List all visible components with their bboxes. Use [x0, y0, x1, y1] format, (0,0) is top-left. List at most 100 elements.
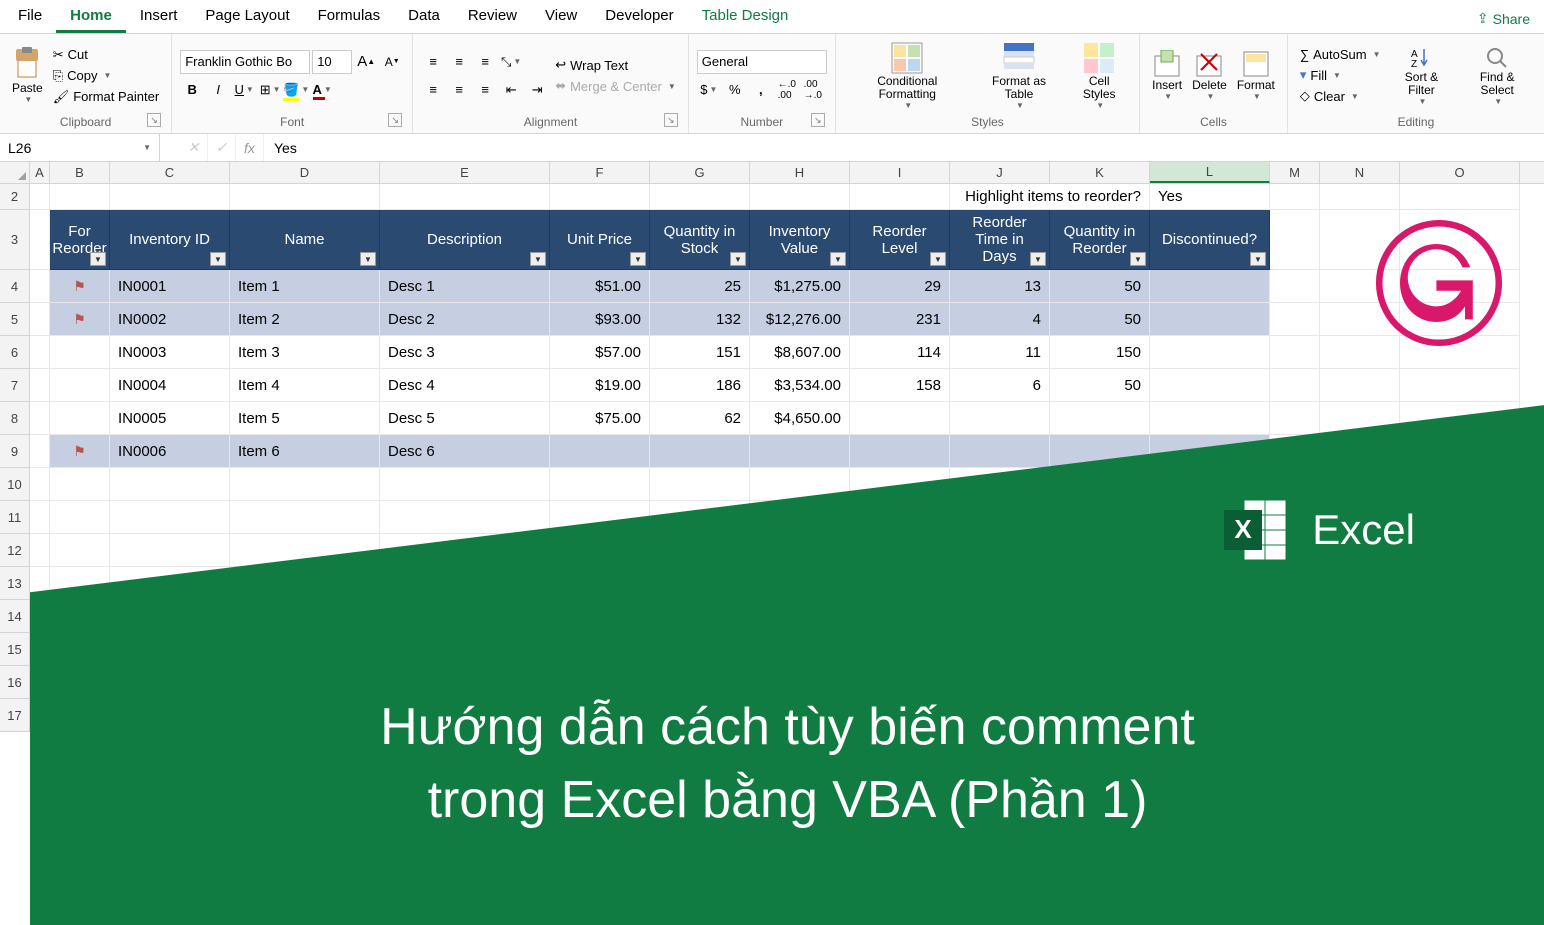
cell[interactable] — [650, 468, 750, 501]
cell[interactable] — [110, 501, 230, 534]
font-color-button[interactable]: A▼ — [310, 78, 334, 102]
paste-button[interactable]: Paste▼ — [8, 38, 47, 113]
autosum-button[interactable]: ∑AutoSum▼ — [1296, 45, 1385, 64]
inventory-id[interactable]: IN0006 — [110, 435, 230, 468]
decrease-font-button[interactable]: A▼ — [380, 50, 404, 74]
cut-button[interactable]: ✂Cut — [49, 45, 164, 65]
clear-button[interactable]: ◇Clear▼ — [1296, 86, 1385, 106]
row-header-8[interactable]: 8 — [0, 402, 30, 435]
inventory-value[interactable]: $1,275.00 — [750, 270, 850, 303]
increase-font-button[interactable]: A▲ — [354, 50, 378, 74]
wrap-text-button[interactable]: ↩Wrap Text — [551, 55, 680, 75]
fill-button[interactable]: ▾Fill▼ — [1296, 65, 1385, 85]
row-header-4[interactable]: 4 — [0, 270, 30, 303]
cell[interactable] — [1270, 303, 1320, 336]
filter-button[interactable]: ▼ — [830, 252, 846, 266]
row-header-6[interactable]: 6 — [0, 336, 30, 369]
cell[interactable] — [110, 184, 230, 210]
cell[interactable] — [1270, 369, 1320, 402]
column-header-C[interactable]: C — [110, 162, 230, 183]
cell[interactable] — [30, 435, 50, 468]
tab-review[interactable]: Review — [454, 1, 531, 33]
cell[interactable] — [1270, 184, 1320, 210]
cell[interactable] — [30, 270, 50, 303]
orientation-button[interactable]: ⤡▼ — [499, 50, 523, 74]
unit-price[interactable]: $75.00 — [550, 402, 650, 435]
align-right-button[interactable]: ≡ — [473, 78, 497, 102]
decrease-indent-button[interactable]: ⇤ — [499, 78, 523, 102]
align-center-button[interactable]: ≡ — [447, 78, 471, 102]
table-header[interactable]: Discontinued?▼ — [1150, 210, 1270, 270]
qty-stock[interactable]: 25 — [650, 270, 750, 303]
highlight-answer[interactable]: Yes — [1150, 184, 1270, 210]
cell[interactable] — [50, 468, 110, 501]
qty-stock[interactable] — [650, 435, 750, 468]
cell[interactable] — [30, 468, 50, 501]
currency-button[interactable]: $▼ — [697, 78, 721, 102]
filter-button[interactable]: ▼ — [1030, 252, 1046, 266]
column-header-L[interactable]: L — [1150, 162, 1270, 183]
filter-button[interactable]: ▼ — [1250, 252, 1266, 266]
fill-color-button[interactable]: 🪣▼ — [284, 78, 308, 102]
row-header-5[interactable]: 5 — [0, 303, 30, 336]
inventory-id[interactable]: IN0001 — [110, 270, 230, 303]
qty-stock[interactable]: 62 — [650, 402, 750, 435]
filter-button[interactable]: ▼ — [730, 252, 746, 266]
row-header-16[interactable]: 16 — [0, 666, 30, 699]
insert-cells-button[interactable]: Insert▼ — [1148, 38, 1186, 113]
inventory-value[interactable]: $4,650.00 — [750, 402, 850, 435]
reorder-flag[interactable] — [50, 402, 110, 435]
qty-reorder[interactable]: 50 — [1050, 270, 1150, 303]
discontinued[interactable] — [1150, 303, 1270, 336]
reorder-time[interactable] — [950, 402, 1050, 435]
bold-button[interactable]: B — [180, 78, 204, 102]
share-button[interactable]: ⇪ Share — [1467, 4, 1540, 33]
cell[interactable] — [110, 534, 230, 567]
column-header-H[interactable]: H — [750, 162, 850, 183]
discontinued[interactable] — [1150, 402, 1270, 435]
tab-developer[interactable]: Developer — [591, 1, 687, 33]
tab-formulas[interactable]: Formulas — [304, 1, 395, 33]
cell[interactable] — [50, 501, 110, 534]
unit-price[interactable] — [550, 435, 650, 468]
reorder-flag[interactable] — [50, 369, 110, 402]
column-header-E[interactable]: E — [380, 162, 550, 183]
format-as-table-button[interactable]: Format as Table▼ — [973, 38, 1066, 113]
cell[interactable] — [50, 534, 110, 567]
inventory-id[interactable]: IN0003 — [110, 336, 230, 369]
row-header-7[interactable]: 7 — [0, 369, 30, 402]
filter-button[interactable]: ▼ — [530, 252, 546, 266]
inventory-value[interactable] — [750, 435, 850, 468]
cell[interactable] — [550, 184, 650, 210]
reorder-time[interactable] — [950, 435, 1050, 468]
font-size-combo[interactable] — [312, 50, 352, 74]
column-header-I[interactable]: I — [850, 162, 950, 183]
cell[interactable] — [850, 184, 950, 210]
cell[interactable] — [1320, 184, 1400, 210]
table-header[interactable]: Name▼ — [230, 210, 380, 270]
select-all-corner[interactable] — [0, 162, 30, 183]
reorder-time[interactable]: 11 — [950, 336, 1050, 369]
font-launcher[interactable]: ↘ — [388, 113, 402, 127]
item-name[interactable]: Item 5 — [230, 402, 380, 435]
cell[interactable] — [380, 501, 550, 534]
table-header[interactable]: Description▼ — [380, 210, 550, 270]
table-header[interactable]: Reorder Level▼ — [850, 210, 950, 270]
item-name[interactable]: Item 1 — [230, 270, 380, 303]
cell[interactable] — [1270, 402, 1320, 435]
filter-button[interactable]: ▼ — [930, 252, 946, 266]
reorder-level[interactable] — [850, 435, 950, 468]
enter-button[interactable]: ✓ — [208, 134, 236, 161]
tab-file[interactable]: File — [4, 1, 56, 33]
unit-price[interactable]: $51.00 — [550, 270, 650, 303]
row-header-3[interactable]: 3 — [0, 210, 30, 270]
item-desc[interactable]: Desc 2 — [380, 303, 550, 336]
reorder-flag[interactable]: ⚑ — [50, 303, 110, 336]
decrease-decimal-button[interactable]: .00→.0 — [801, 78, 825, 102]
cell[interactable] — [230, 184, 380, 210]
qty-stock[interactable]: 132 — [650, 303, 750, 336]
reorder-level[interactable]: 231 — [850, 303, 950, 336]
find-select-button[interactable]: Find & Select▼ — [1458, 38, 1536, 113]
row-header-14[interactable]: 14 — [0, 600, 30, 633]
row-header-12[interactable]: 12 — [0, 534, 30, 567]
